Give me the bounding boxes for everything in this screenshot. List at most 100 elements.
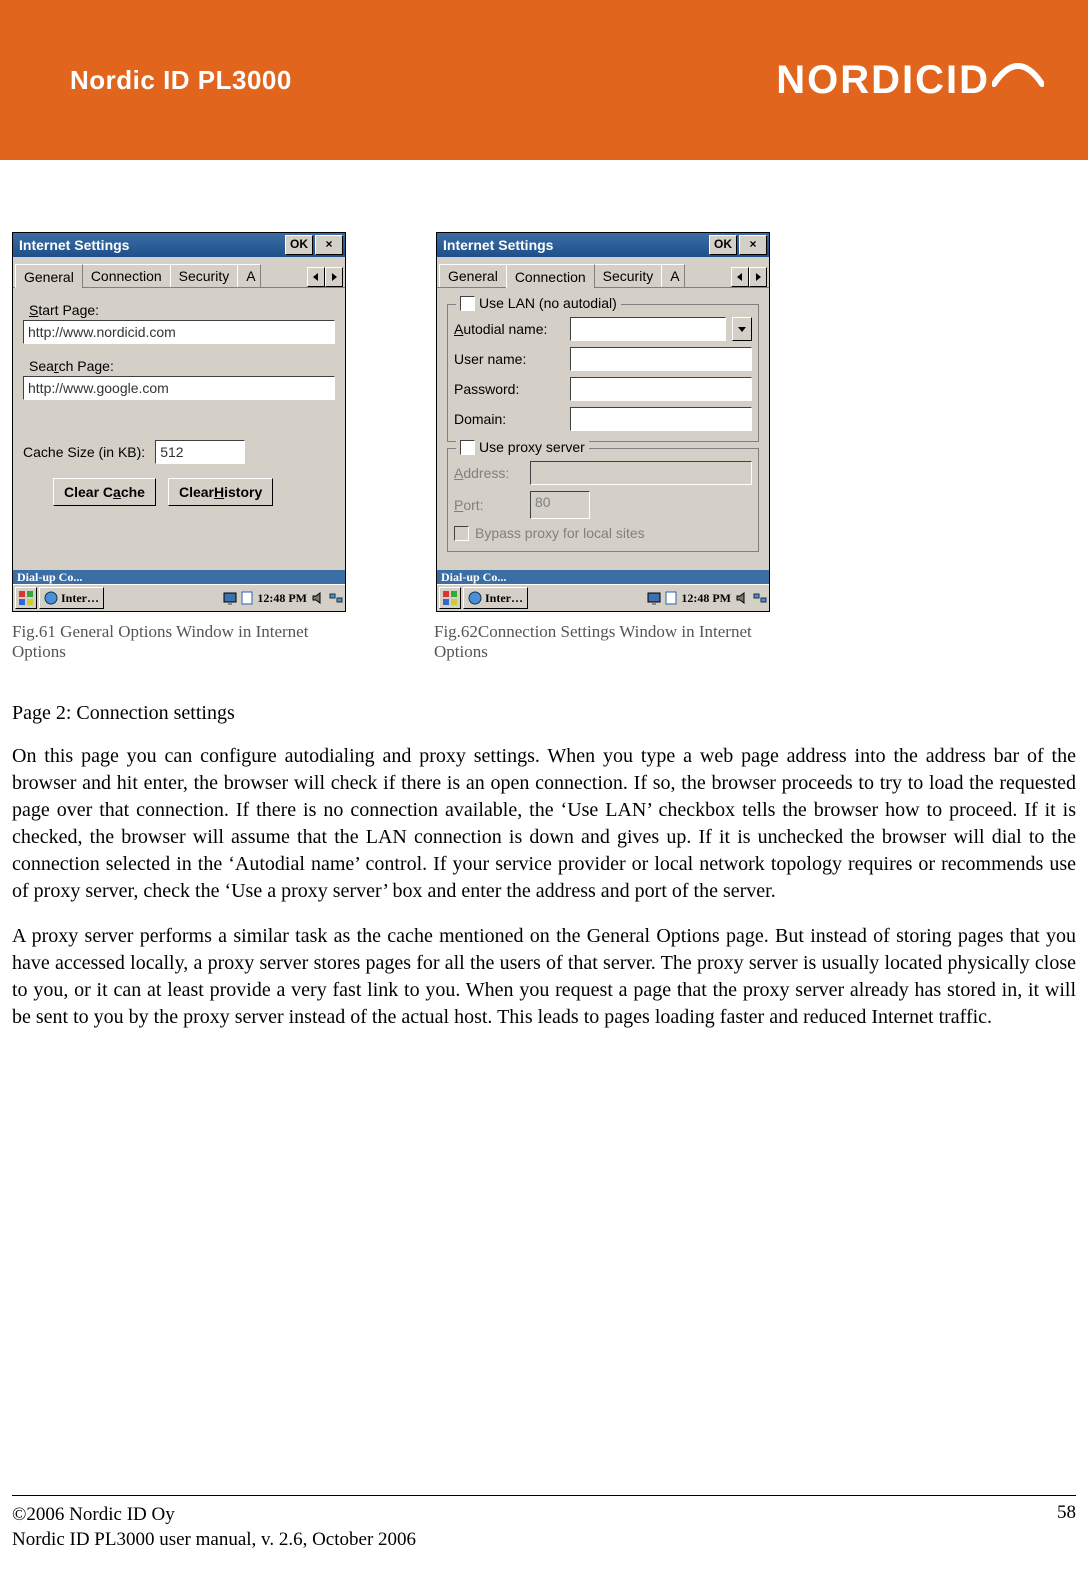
footer-left: ©2006 Nordic ID Oy Nordic ID PL3000 user… [12, 1502, 416, 1553]
bypass-label: Bypass proxy for local sites [475, 525, 645, 541]
start-button[interactable] [439, 587, 461, 609]
username-label: User name: [454, 351, 564, 367]
caption-row: Fig.61 General Options Window in Interne… [0, 612, 1088, 662]
truncated-window-strip: Dial-up Co... [437, 570, 769, 584]
password-label: Password: [454, 381, 564, 397]
tab-general[interactable]: General [439, 264, 507, 287]
brand-logo: NORDICID [776, 60, 1044, 100]
tab-connection[interactable]: Connection [506, 264, 595, 288]
volume-icon[interactable] [311, 591, 325, 605]
use-lan-legend: Use LAN (no autodial) [456, 295, 621, 311]
username-row: User name: [454, 347, 752, 371]
proxy-legend: Use proxy server [456, 439, 589, 455]
caption-right: Fig.62Connection Settings Window in Inte… [434, 622, 766, 662]
paragraph-1: On this page you can configure autodiali… [12, 743, 1076, 905]
bypass-row: Bypass proxy for local sites [454, 525, 752, 541]
clear-history-button[interactable]: Clear History [168, 478, 273, 506]
start-page-input[interactable] [23, 320, 335, 344]
start-page-label: Start Page: [29, 302, 335, 318]
close-button[interactable]: × [315, 235, 343, 255]
task-button[interactable]: Inter… [463, 587, 528, 609]
tab-connection[interactable]: Connection [82, 264, 171, 287]
tab-scroll-left[interactable] [307, 267, 325, 287]
tab-advanced-truncated[interactable]: A [661, 264, 684, 287]
document-title: Nordic ID PL3000 [70, 65, 292, 96]
close-button[interactable]: × [739, 235, 767, 255]
clear-cache-button[interactable]: Clear Cache [53, 478, 156, 506]
use-lan-checkbox[interactable] [460, 296, 475, 311]
footer-copyright: ©2006 Nordic ID Oy [12, 1502, 416, 1528]
footer-manual: Nordic ID PL3000 user manual, v. 2.6, Oc… [12, 1527, 416, 1553]
page-footer: ©2006 Nordic ID Oy Nordic ID PL3000 user… [12, 1495, 1076, 1553]
system-tray: 12:48 PM [223, 591, 343, 606]
body-text: Page 2: Connection settings On this page… [0, 662, 1088, 1031]
bypass-checkbox[interactable] [454, 526, 469, 541]
password-row: Password: [454, 377, 752, 401]
autodial-dropdown-button[interactable] [732, 317, 752, 341]
cache-row: Cache Size (in KB): [23, 440, 335, 464]
lan-fieldset: Use LAN (no autodial) Autodial name: Use… [447, 304, 759, 442]
window-connection: Internet Settings OK × General Connectio… [436, 232, 770, 612]
domain-row: Domain: [454, 407, 752, 431]
window-general: Internet Settings OK × General Connectio… [12, 232, 346, 612]
ok-button[interactable]: OK [285, 235, 313, 255]
tab-scroller [307, 267, 343, 287]
globe-icon [468, 591, 482, 605]
document-icon[interactable] [241, 591, 253, 605]
screenshot-row: Internet Settings OK × General Connectio… [0, 160, 1088, 612]
domain-label: Domain: [454, 411, 564, 427]
proxy-address-input[interactable] [530, 461, 752, 485]
tab-scroll-right[interactable] [749, 267, 767, 287]
proxy-legend-text: Use proxy server [479, 439, 585, 455]
swoosh-icon [992, 60, 1044, 100]
taskbar: Inter… 12:48 PM [437, 584, 769, 611]
password-input[interactable] [570, 377, 752, 401]
volume-icon[interactable] [735, 591, 749, 605]
titlebar[interactable]: Internet Settings OK × [437, 233, 769, 257]
tab-scroller [731, 267, 767, 287]
page-number: 58 [1057, 1502, 1076, 1553]
tab-scroll-right[interactable] [325, 267, 343, 287]
clock: 12:48 PM [257, 591, 307, 606]
caption-left: Fig.61 General Options Window in Interne… [12, 622, 344, 662]
document-icon[interactable] [665, 591, 677, 605]
autodial-label: Autodial name: [454, 321, 564, 337]
desktop-icon[interactable] [223, 591, 237, 605]
search-page-label: Search Page: [29, 358, 335, 374]
titlebar[interactable]: Internet Settings OK × [13, 233, 345, 257]
search-page-input[interactable] [23, 376, 335, 400]
globe-icon [44, 591, 58, 605]
cache-input[interactable] [155, 440, 245, 464]
tab-advanced-truncated[interactable]: A [237, 264, 260, 287]
paragraph-2: A proxy server performs a similar task a… [12, 923, 1076, 1031]
brand-text: NORDICID [776, 60, 990, 100]
proxy-address-label: Address: [454, 465, 524, 481]
cache-label: Cache Size (in KB): [23, 444, 145, 460]
tab-general[interactable]: General [15, 264, 83, 288]
domain-input[interactable] [570, 407, 752, 431]
document-header: Nordic ID PL3000 NORDICID [0, 0, 1088, 160]
network-icon[interactable] [753, 591, 767, 605]
taskbar: Inter… 12:48 PM [13, 584, 345, 611]
proxy-port-input[interactable]: 80 [530, 491, 590, 519]
window-title: Internet Settings [443, 237, 707, 253]
username-input[interactable] [570, 347, 752, 371]
desktop-icon[interactable] [647, 591, 661, 605]
network-icon[interactable] [329, 591, 343, 605]
button-row: Clear Cache Clear History [23, 478, 335, 506]
tab-scroll-left[interactable] [731, 267, 749, 287]
autodial-combo[interactable] [570, 317, 726, 341]
start-button[interactable] [15, 587, 37, 609]
section-heading: Page 2: Connection settings [12, 702, 1076, 725]
tab-security[interactable]: Security [170, 264, 239, 287]
ok-button[interactable]: OK [709, 235, 737, 255]
client-area: Start Page: Search Page: Cache Size (in … [13, 288, 345, 570]
use-proxy-checkbox[interactable] [460, 440, 475, 455]
tab-strip: General Connection Security A [13, 257, 345, 288]
task-button[interactable]: Inter… [39, 587, 104, 609]
tab-security[interactable]: Security [594, 264, 663, 287]
tab-strip: General Connection Security A [437, 257, 769, 288]
system-tray: 12:48 PM [647, 591, 767, 606]
windows-flag-icon [443, 591, 457, 605]
proxy-address-row: Address: [454, 461, 752, 485]
